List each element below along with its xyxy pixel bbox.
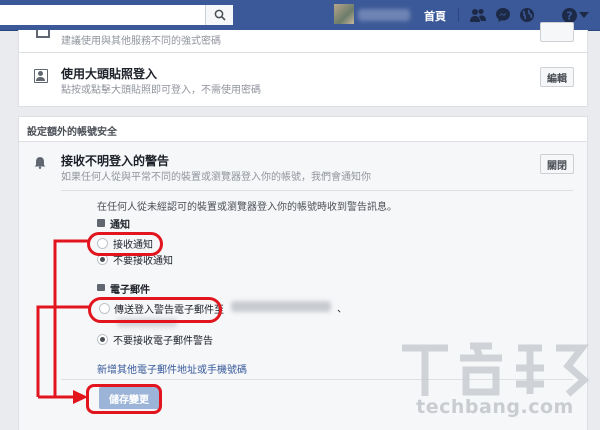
friends-icon[interactable] — [469, 6, 487, 24]
dropdown-icon[interactable] — [578, 6, 590, 24]
search-button[interactable] — [205, 5, 233, 25]
highlight-send-email-alerts — [88, 297, 222, 323]
profile-photo-icon — [34, 69, 48, 83]
extra-security-heading: 設定額外的帳號安全 — [27, 127, 117, 138]
photo-login-title: 使用大頭貼照登入 — [61, 67, 158, 81]
notifications-heading: 通知 — [110, 220, 130, 231]
photo-login-edit-button[interactable]: 編輯 — [540, 67, 574, 87]
inner-divider — [61, 190, 573, 191]
login-alerts-intro: 在任何人從未經認可的裝置或瀏覽器登入你的帳號時收到警告訊息。 — [97, 202, 397, 213]
highlight-receive-notifications — [87, 232, 163, 256]
watermark-url: techbang.com — [416, 396, 574, 418]
messenger-icon[interactable] — [494, 6, 512, 24]
email-address-blur — [231, 301, 331, 312]
no-email-alerts-label[interactable]: 不要接收電子郵件警告 — [113, 332, 213, 347]
no-email-alerts-radio[interactable] — [97, 334, 108, 345]
svg-text:?: ? — [566, 9, 572, 22]
previous-row-description: 建議使用與其他服務不同的強式密碼 — [61, 36, 221, 47]
nav-divider — [458, 8, 459, 22]
home-link[interactable]: 首頁 — [424, 8, 446, 24]
avatar[interactable] — [334, 4, 354, 24]
search-input[interactable] — [0, 5, 232, 25]
previous-row-edit-button[interactable] — [540, 22, 574, 42]
top-navigation-bar: 首頁 ? — [0, 0, 600, 31]
row-divider — [19, 52, 587, 53]
close-button[interactable]: 關閉 — [540, 154, 574, 174]
bell-icon — [34, 156, 46, 172]
section-gap — [18, 106, 588, 117]
globe-icon[interactable] — [518, 6, 536, 24]
search-icon — [214, 9, 226, 21]
highlight-save-button — [86, 384, 162, 414]
email-heading: 電子郵件 — [110, 285, 150, 296]
notifications-icon — [97, 219, 105, 227]
photo-login-description: 點按或點擊大頭貼照即可登入，不需使用密碼 — [61, 85, 261, 96]
profile-name-link[interactable] — [358, 9, 410, 21]
add-contact-link[interactable]: 新增其他電子郵件地址或手機號碼 — [97, 361, 247, 376]
login-alerts-title: 接收不明登入的警告 — [61, 154, 170, 168]
login-alerts-description: 如果任何人從與平常不同的裝置或瀏覽器登入你的帳號，我們會通知你 — [61, 172, 371, 183]
watermark-logo — [396, 340, 592, 400]
previous-row-icon — [36, 30, 50, 38]
email-icon — [97, 284, 105, 291]
email-separator: 、 — [337, 304, 347, 315]
